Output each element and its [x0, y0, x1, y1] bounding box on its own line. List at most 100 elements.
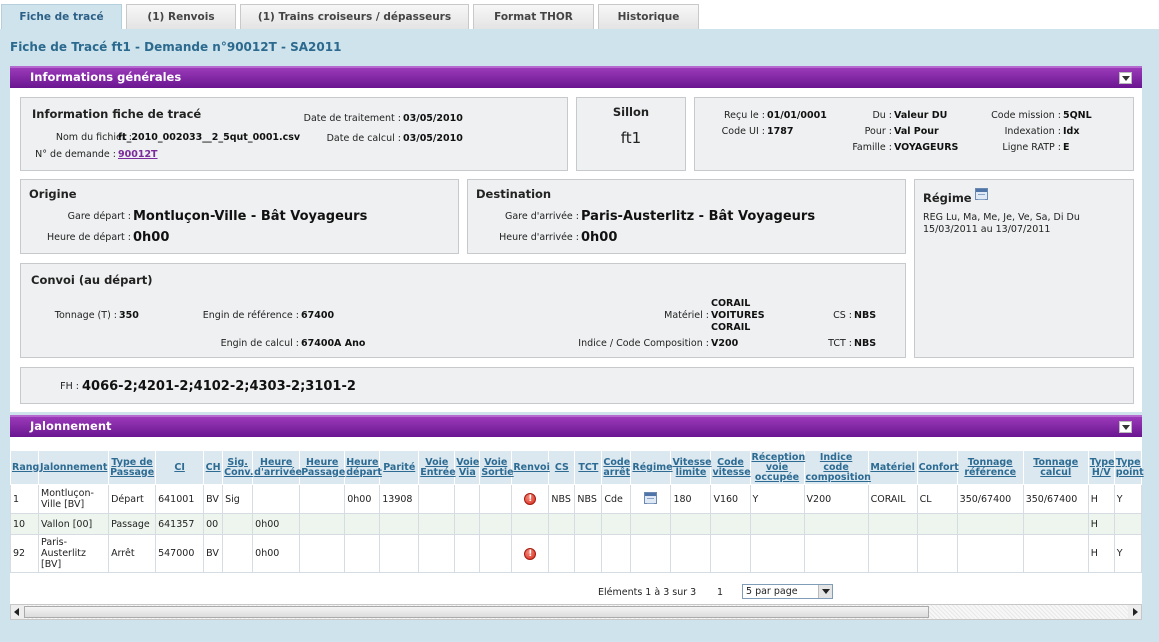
tab-renvois[interactable]: (1) Renvois — [126, 4, 236, 30]
column-header[interactable]: Sig. Conv. — [222, 450, 253, 485]
calendar-icon[interactable] — [975, 188, 988, 200]
column-header[interactable]: Heure Passage — [299, 450, 345, 485]
tonnage-label: Tonnage (T) : — [54, 310, 117, 321]
column-header[interactable]: Jalonnement — [38, 450, 110, 485]
recu-le-label: Reçu le : — [724, 110, 765, 121]
column-header[interactable]: Vitesse limite — [670, 450, 712, 485]
column-header[interactable]: Indice code composition — [803, 450, 871, 485]
table-cell — [630, 534, 672, 573]
table-cell — [670, 513, 712, 535]
table-cell — [916, 513, 958, 535]
convoi-title: Convoi (au départ) — [31, 273, 153, 287]
horizontal-scrollbar[interactable] — [10, 604, 1142, 620]
sillon-box: Sillon ft1 — [576, 97, 686, 171]
table-cell: H — [1087, 534, 1115, 573]
table-cell — [454, 534, 481, 573]
info-fiche-title: Information fiche de tracé — [32, 107, 202, 121]
column-header[interactable]: Heure d'arrivée — [252, 450, 302, 485]
table-cell: CORAIL — [867, 484, 918, 514]
table-cell: Départ — [108, 484, 157, 514]
table-cell: NBS — [574, 484, 603, 514]
scrollbar-thumb[interactable] — [24, 606, 929, 618]
heure-arrivee-label: Heure d'arrivée : — [499, 232, 579, 243]
warning-icon[interactable]: ! — [524, 547, 537, 560]
table-cell — [601, 534, 632, 573]
column-header[interactable]: Régime — [630, 450, 673, 485]
table-cell — [418, 513, 456, 535]
table-row[interactable]: 92 Paris-Austerlitz [BV] Arrêt 547000 BV 0h00… — [9, 534, 1143, 573]
column-header[interactable]: CI — [155, 450, 205, 485]
table-cell — [574, 534, 603, 573]
table-cell: BV — [203, 484, 224, 514]
tab-historique[interactable]: Historique — [598, 4, 699, 30]
pager-page-number[interactable]: 1 — [717, 587, 723, 598]
jalonnement-section-header[interactable]: Jalonnement — [10, 415, 1142, 437]
gare-arrivee-value: Paris-Austerlitz - Bât Voyageurs — [581, 209, 816, 224]
column-header[interactable]: Type H/V — [1087, 450, 1115, 485]
table-cell: 180 — [670, 484, 712, 514]
engin-calc-value: 67400A Ano — [301, 338, 366, 349]
column-header[interactable]: Rang — [9, 450, 39, 485]
scroll-left-icon[interactable] — [11, 605, 24, 619]
table-cell — [344, 534, 381, 573]
tab-fiche-de-trace[interactable]: Fiche de tracé — [1, 4, 122, 30]
heure-depart-value: 0h00 — [133, 230, 170, 245]
info-fiche-box: Information fiche de tracé Nom du fichie… — [20, 97, 568, 171]
column-header[interactable]: Voie Sortie — [479, 450, 514, 485]
table-cell: Y — [1113, 484, 1143, 514]
column-header[interactable]: Type point — [1113, 450, 1144, 485]
table-cell: 92 — [9, 534, 40, 573]
table-cell — [548, 534, 576, 573]
materiel-line-2: VOITURES — [711, 310, 765, 321]
table-cell — [479, 534, 513, 573]
general-section-header[interactable]: Informations générales — [10, 66, 1142, 88]
table-cell — [601, 513, 632, 535]
table-cell: 350/67400 — [1022, 484, 1089, 514]
fh-value: 4066-2;4201-2;4102-2;4303-2;3101-2 — [82, 379, 356, 394]
table-cell — [710, 534, 751, 573]
tab-trains-croiseurs[interactable]: (1) Trains croiseurs / dépasseurs — [240, 4, 469, 30]
column-header[interactable]: Réception voie occupée — [749, 450, 805, 485]
column-header[interactable]: Matériel — [867, 450, 918, 485]
origine-title: Origine — [29, 187, 77, 201]
collapse-jalonnement-icon[interactable] — [1119, 421, 1132, 433]
table-cell — [222, 513, 254, 535]
table-cell: Cde — [601, 484, 632, 514]
column-header[interactable]: TCT — [574, 450, 603, 485]
num-demande-link[interactable]: 90012T — [118, 149, 158, 160]
nom-fichier-value: ft_2010_002033__2_5qut_0001.csv — [118, 132, 301, 143]
column-header[interactable]: CS — [548, 450, 576, 485]
column-header[interactable]: Code vitesse — [710, 450, 751, 485]
jalonnement-table: Rang Jalonnement Type de Passage CI CH Sig. C… — [9, 450, 1144, 573]
table-cell — [630, 513, 672, 535]
scroll-right-icon[interactable] — [1128, 605, 1141, 619]
chevron-down-icon[interactable] — [818, 585, 832, 598]
table-cell — [454, 484, 481, 514]
column-header[interactable]: Tonnage référence — [956, 450, 1024, 485]
per-page-value: 5 par page — [746, 586, 798, 597]
collapse-general-icon[interactable] — [1119, 72, 1132, 84]
column-header[interactable]: Voie Entrée — [418, 450, 456, 485]
heure-depart-label: Heure de départ : — [46, 232, 131, 243]
column-header[interactable]: Confort — [916, 450, 959, 485]
column-header[interactable]: Voie Via — [454, 450, 481, 485]
tab-format-thor[interactable]: Format THOR — [473, 4, 594, 30]
recu-le-value: 01/01/0001 — [767, 110, 827, 121]
table-cell — [344, 513, 381, 535]
column-header[interactable]: Tonnage calcul — [1022, 450, 1089, 485]
column-header[interactable]: Code arrêt — [601, 450, 632, 485]
table-cell — [916, 534, 958, 573]
column-header[interactable]: Parité — [379, 450, 420, 485]
column-header[interactable]: Type de Passage — [108, 450, 157, 485]
column-header[interactable]: Renvoi — [511, 450, 550, 485]
calendar-icon[interactable] — [644, 491, 658, 504]
warning-icon[interactable]: ! — [524, 493, 537, 505]
column-header[interactable]: CH — [203, 450, 224, 485]
per-page-select[interactable]: 5 par page — [742, 584, 833, 599]
table-row[interactable]: 1 Montluçon-Ville [BV] Départ 641001 BV Sig 0h… — [9, 484, 1143, 514]
table-cell — [299, 484, 346, 514]
table-cell — [956, 513, 1024, 535]
column-header[interactable]: Heure départ — [344, 450, 382, 485]
table-row[interactable]: 10 Vallon [00] Passage 641357 00 0h00 H — [9, 513, 1143, 535]
table-cell — [803, 534, 869, 573]
